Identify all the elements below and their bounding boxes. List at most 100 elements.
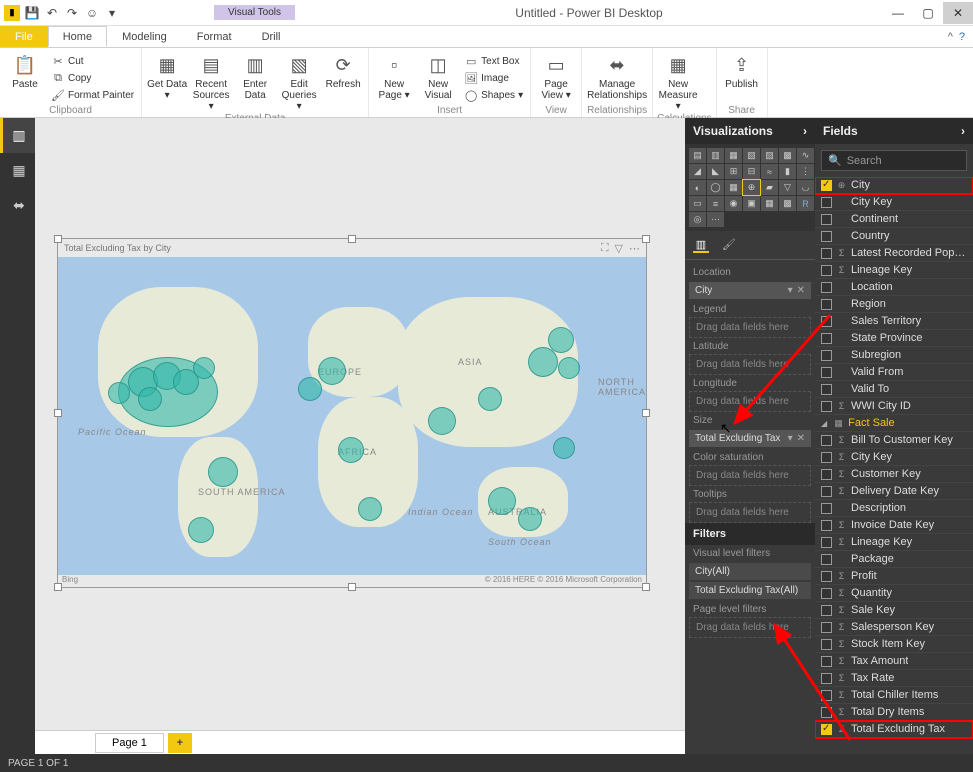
page-tab-1[interactable]: Page 1 (95, 733, 164, 753)
viz-map-icon[interactable]: ⊕ (743, 180, 760, 195)
chevron-down-icon[interactable]: ▾ (788, 433, 793, 444)
visualizations-header[interactable]: Visualizations› (685, 118, 815, 144)
field-checkbox[interactable] (821, 197, 832, 208)
viz-stacked-area-icon[interactable]: ◣ (707, 164, 724, 179)
viz-waterfall-icon[interactable]: ▮ (779, 164, 796, 179)
close-button[interactable]: ✕ (943, 2, 973, 24)
remove-icon[interactable]: ✕ (797, 285, 805, 296)
report-view-button[interactable]: ▥ (0, 118, 35, 153)
cut-button[interactable]: ✂Cut (48, 53, 137, 69)
viz-combo2-icon[interactable]: ⊟ (743, 164, 760, 179)
field-item[interactable]: ΣBill To Customer Key (815, 432, 973, 449)
field-checkbox[interactable] (821, 401, 832, 412)
viz-r-icon[interactable]: R (797, 196, 814, 211)
new-visual-button[interactable]: ◫New Visual (417, 50, 459, 104)
tab-format[interactable]: Format (182, 26, 247, 47)
viz-funnel-icon[interactable]: ▽ (779, 180, 796, 195)
viz-matrix-icon[interactable]: ▩ (779, 196, 796, 211)
edit-queries-button[interactable]: ▧Edit Queries ▾ (278, 50, 320, 112)
field-item[interactable]: Description (815, 500, 973, 517)
table-header[interactable]: ▦Fact Sale (815, 415, 973, 432)
field-checkbox[interactable] (821, 537, 832, 548)
field-checkbox[interactable] (821, 673, 832, 684)
field-item[interactable]: ΣCity Key (815, 449, 973, 466)
field-checkbox[interactable] (821, 180, 832, 191)
viz-card-icon[interactable]: ▭ (689, 196, 706, 211)
report-canvas[interactable]: Total Excluding Tax by City ⛶ ▽ ⋯ NORTH … (35, 118, 685, 754)
field-item[interactable]: ΣSalesperson Key (815, 619, 973, 636)
field-checkbox[interactable] (821, 707, 832, 718)
viz-table-icon[interactable]: ▦ (761, 196, 778, 211)
legend-well[interactable]: Drag data fields here (689, 317, 811, 338)
viz-kpi-icon[interactable]: ◉ (725, 196, 742, 211)
field-item[interactable]: ΣCustomer Key (815, 466, 973, 483)
text-box-button[interactable]: ▭Text Box (461, 53, 526, 69)
undo-icon[interactable]: ↶ (44, 5, 60, 21)
bing-map[interactable]: NORTH AMERICA SOUTH AMERICA EUROPE AFRIC… (58, 257, 646, 575)
field-item[interactable]: ΣInvoice Date Key (815, 517, 973, 534)
field-checkbox[interactable] (821, 384, 832, 395)
viz-stacked-column-icon[interactable]: ▥ (707, 148, 724, 163)
data-view-button[interactable]: ▦ (0, 153, 35, 188)
viz-filled-map-icon[interactable]: ▰ (761, 180, 778, 195)
field-checkbox[interactable] (821, 435, 832, 446)
field-checkbox[interactable] (821, 486, 832, 497)
field-item[interactable]: Subregion (815, 347, 973, 364)
field-checkbox[interactable] (821, 299, 832, 310)
save-icon[interactable]: 💾 (24, 5, 40, 21)
format-painter-button[interactable]: 🖌Format Painter (48, 87, 137, 103)
chevron-down-icon[interactable]: ▾ (788, 285, 793, 296)
viz-clustered-bar-icon[interactable]: ▦ (725, 148, 742, 163)
field-item[interactable]: Location (815, 279, 973, 296)
viz-stacked-bar-icon[interactable]: ▤ (689, 148, 706, 163)
new-measure-button[interactable]: ▦New Measure ▾ (657, 50, 699, 112)
field-item[interactable]: ΣTotal Excluding Tax (815, 721, 973, 738)
field-checkbox[interactable] (821, 452, 832, 463)
field-item[interactable]: Sales Territory (815, 313, 973, 330)
field-item[interactable]: ΣProfit (815, 568, 973, 585)
model-view-button[interactable]: ⬌ (0, 188, 35, 223)
viz-treemap-icon[interactable]: ▦ (725, 180, 742, 195)
field-checkbox[interactable] (821, 656, 832, 667)
viz-scatter-icon[interactable]: ⋮ (797, 164, 814, 179)
more-options-icon[interactable]: ⋯ (629, 242, 640, 255)
filter-city[interactable]: City(All) (689, 563, 811, 580)
viz-area-icon[interactable]: ◢ (689, 164, 706, 179)
tooltips-well[interactable]: Drag data fields here (689, 502, 811, 523)
paste-button[interactable]: 📋Paste (4, 50, 46, 104)
tab-modeling[interactable]: Modeling (107, 26, 182, 47)
map-visual[interactable]: Total Excluding Tax by City ⛶ ▽ ⋯ NORTH … (57, 238, 647, 588)
format-tab-icon[interactable]: 🖌 (721, 237, 737, 253)
viz-clustered-column-icon[interactable]: ▧ (743, 148, 760, 163)
add-page-button[interactable]: + (168, 733, 192, 753)
recent-sources-button[interactable]: ▤Recent Sources ▾ (190, 50, 232, 112)
field-item[interactable]: Valid From (815, 364, 973, 381)
field-item[interactable]: ΣWWI City ID (815, 398, 973, 415)
field-checkbox[interactable] (821, 282, 832, 293)
viz-100-bar-icon[interactable]: ▨ (761, 148, 778, 163)
field-checkbox[interactable] (821, 350, 832, 361)
tab-file[interactable]: File (0, 26, 48, 47)
viz-gauge-icon[interactable]: ◡ (797, 180, 814, 195)
viz-import-icon[interactable]: ⋯ (707, 212, 724, 227)
filter-tet[interactable]: Total Excluding Tax(All) (689, 582, 811, 599)
field-checkbox[interactable] (821, 367, 832, 378)
feedback-smile-icon[interactable]: ☺ (84, 5, 100, 21)
field-item[interactable]: ΣTax Rate (815, 670, 973, 687)
shapes-button[interactable]: ◯Shapes ▾ (461, 87, 526, 103)
field-item[interactable]: Package (815, 551, 973, 568)
enter-data-button[interactable]: ▥Enter Data (234, 50, 276, 112)
field-item[interactable]: Country (815, 228, 973, 245)
manage-relationships-button[interactable]: ⬌Manage Relationships (586, 50, 648, 104)
field-checkbox[interactable] (821, 214, 832, 225)
longitude-well[interactable]: Drag data fields here (689, 391, 811, 412)
viz-multirow-icon[interactable]: ≡ (707, 196, 724, 211)
viz-slicer-icon[interactable]: ▣ (743, 196, 760, 211)
copy-button[interactable]: ⧉Copy (48, 70, 137, 86)
qat-dropdown-icon[interactable]: ▾ (104, 5, 120, 21)
field-checkbox[interactable] (821, 554, 832, 565)
field-item[interactable]: ΣLatest Recorded Popu… (815, 245, 973, 262)
field-item[interactable]: City Key (815, 194, 973, 211)
field-item[interactable]: ΣSale Key (815, 602, 973, 619)
field-checkbox[interactable] (821, 622, 832, 633)
